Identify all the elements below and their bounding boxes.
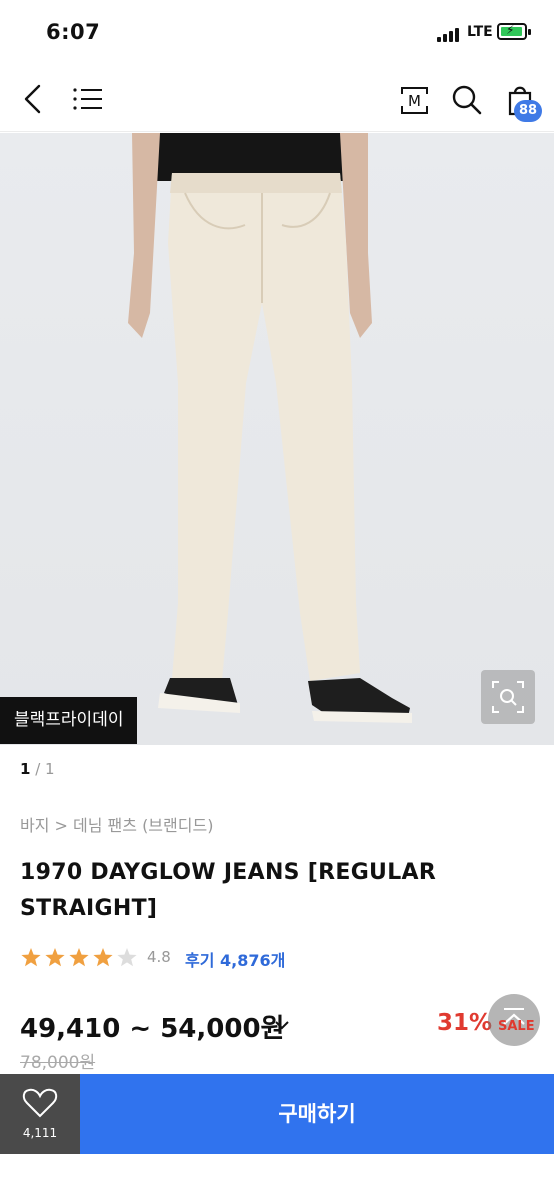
mshop-label: M [408,92,421,110]
star-rating-icon [21,948,137,967]
cart-count-badge: 88 [514,100,542,122]
network-label: LTE [467,24,493,40]
pager-total: / 1 [35,760,55,778]
product-image[interactable] [0,133,554,745]
rating-score: 4.8 [147,948,171,966]
hamburger-icon [73,88,102,110]
home-indicator-area [0,1154,554,1200]
sale-label: SALE [498,1019,535,1034]
menu-button[interactable] [68,80,108,120]
mshop-icon: M [398,87,431,114]
status-bar: 6:07 LTE ⚡ [0,0,554,66]
zoom-search-icon [492,681,524,713]
discount-rate: 31% [437,1010,493,1036]
buy-button[interactable]: 구매하기 [80,1074,554,1154]
status-time: 6:07 [46,20,101,44]
back-button[interactable] [14,80,54,120]
review-count-link[interactable]: 후기 4,876개 [185,947,285,971]
jeans-photo [128,133,412,723]
sale-price: 49,410 ~ 54,000원 [20,1014,285,1044]
brand-event-tag[interactable]: 블랙프라이데이 [0,697,138,744]
product-title: 1970 DAYGLOW JEANS [REGULAR STRAIGHT] [20,860,437,921]
pager-current: 1 [20,760,31,778]
original-price: 78,000원 [20,1053,96,1073]
chevron-left-icon [24,84,41,114]
zoom-button[interactable] [481,670,535,724]
app-header: M [0,66,554,132]
wishlist-count: 4,111 [22,1126,58,1140]
image-pager: 1 / 1 [20,760,55,778]
price-options-toggle[interactable] [273,1016,291,1034]
search-icon [452,85,482,115]
signal-icon [437,26,463,42]
chevron-down-icon [275,1021,289,1030]
heart-icon [22,1088,58,1118]
breadcrumb[interactable]: 바지 > 데님 팬츠 (브랜디드) [20,812,213,836]
mshop-button[interactable]: M [394,80,434,120]
bottom-action-bar: 4,111 구매하기 [0,1074,554,1154]
search-button[interactable] [446,80,486,120]
battery-icon: ⚡ [497,23,531,40]
wishlist-button[interactable]: 4,111 [0,1074,80,1154]
